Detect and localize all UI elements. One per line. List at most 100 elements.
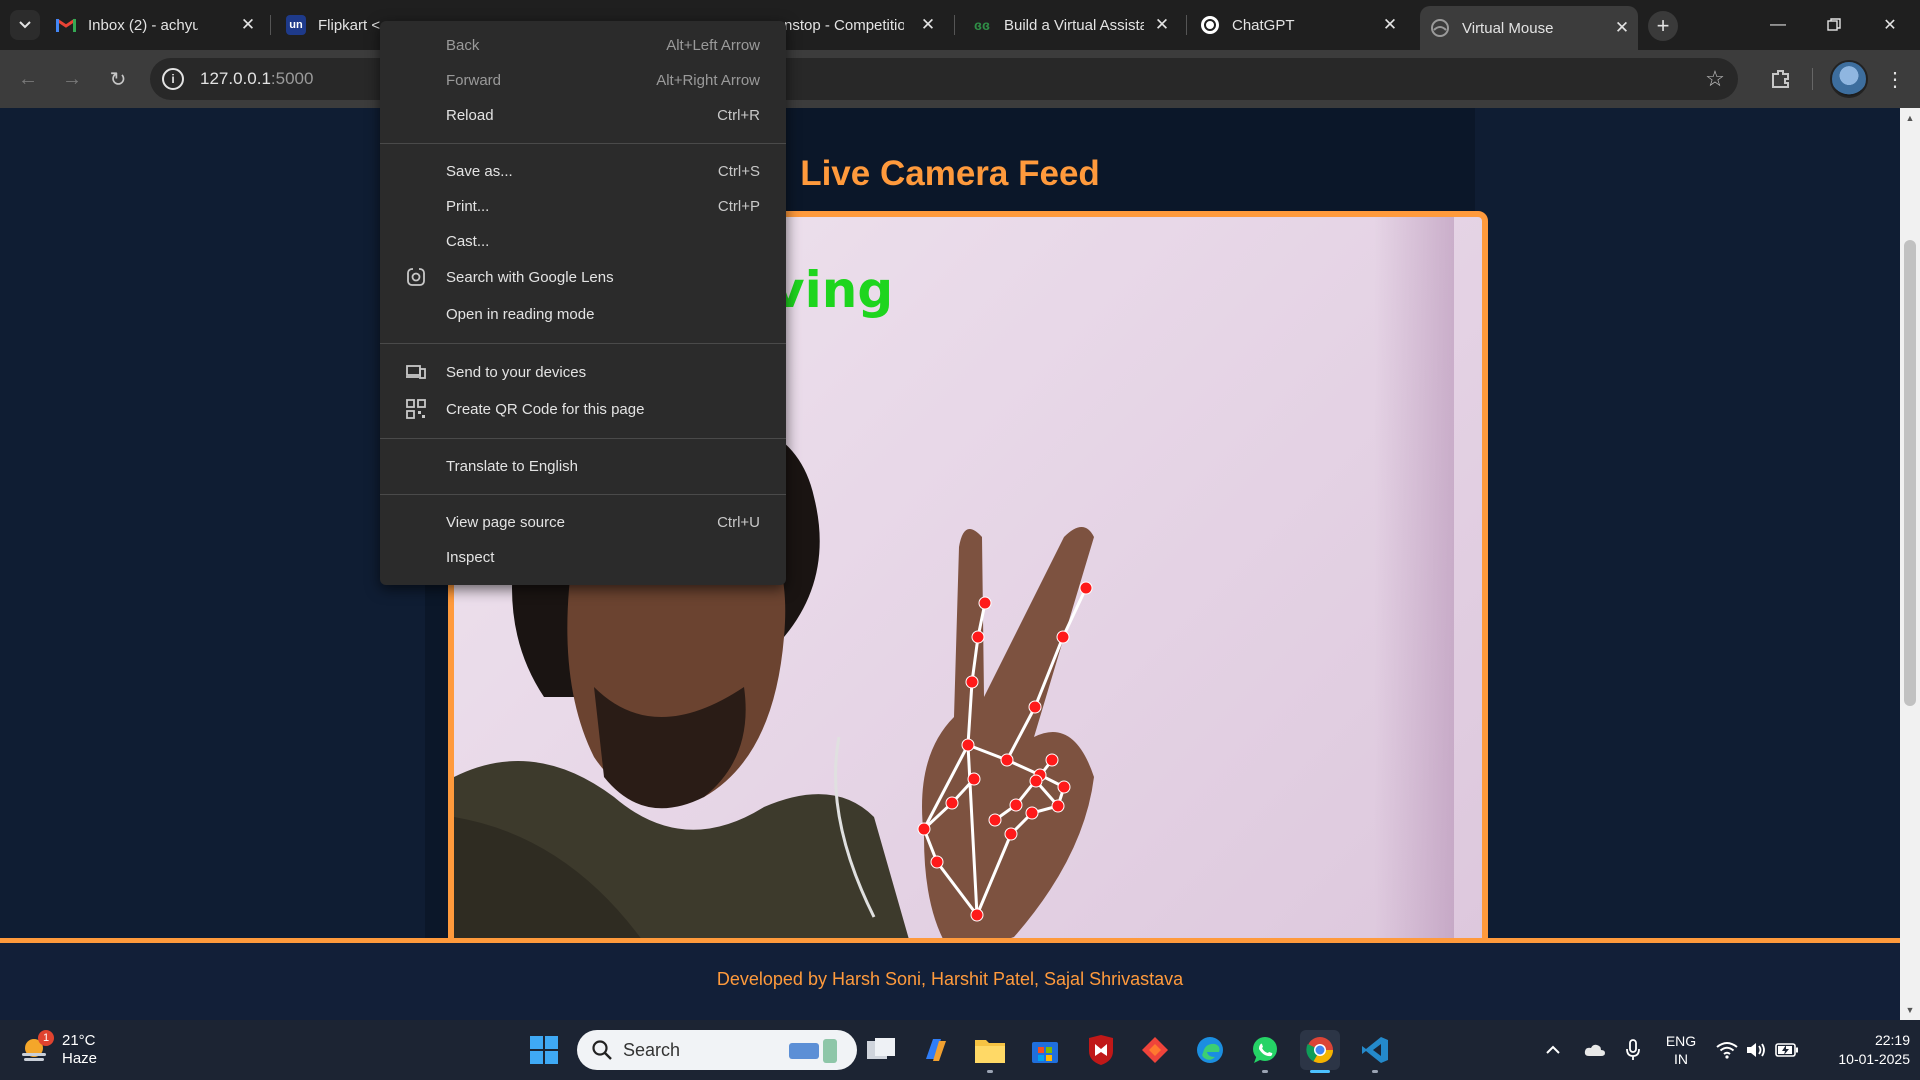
microsoft-store-app[interactable] [1025, 1030, 1065, 1070]
vscode-app[interactable] [1355, 1030, 1395, 1073]
gmail-icon [56, 15, 76, 35]
wifi-tray[interactable] [1714, 1020, 1740, 1080]
file-explorer-app[interactable] [970, 1030, 1010, 1073]
copilot-app[interactable] [916, 1030, 956, 1070]
scroll-up-icon[interactable]: ▲ [1904, 112, 1916, 124]
scroll-down-icon[interactable]: ▼ [1904, 1004, 1916, 1016]
close-tab-icon[interactable]: ✕ [238, 15, 258, 35]
weather-widget[interactable]: 1 21°C Haze [18, 1030, 97, 1070]
whatsapp-app[interactable] [1245, 1030, 1285, 1073]
close-tab-icon[interactable]: ✕ [1380, 15, 1400, 35]
task-view-button[interactable] [861, 1030, 901, 1070]
menu-item-reading-mode[interactable]: Open in reading mode [380, 296, 786, 333]
minimize-button[interactable]: — [1750, 0, 1806, 50]
tab-divider [270, 15, 271, 35]
landmark-point [930, 855, 944, 869]
menu-item-save-as[interactable]: Save as... Ctrl+S [380, 154, 786, 189]
anydesk-app[interactable] [1135, 1030, 1175, 1070]
puzzle-icon [1772, 70, 1789, 88]
close-tab-icon[interactable]: ✕ [1152, 15, 1172, 35]
tab-unstop[interactable]: nstop - Competitio ✕ [784, 8, 944, 42]
tab-virtual-mouse[interactable]: Virtual Mouse ✕ [1420, 6, 1638, 50]
microphone-tray[interactable] [1620, 1020, 1646, 1080]
back-button[interactable]: ← [12, 63, 44, 95]
tab-search-button[interactable] [10, 10, 40, 40]
input-language[interactable]: ENG IN [1660, 1020, 1702, 1080]
browser-toolbar: ← → ↻ i 127.0.0.1:5000 ☆ ⋮ [0, 50, 1920, 108]
anydesk-icon [1142, 1037, 1168, 1063]
bookmark-star-icon[interactable]: ☆ [1700, 64, 1730, 94]
send-to-devices-icon [406, 362, 426, 382]
menu-item-send-to-devices[interactable]: Send to your devices [380, 354, 786, 391]
mcafee-shield-icon [1089, 1035, 1113, 1065]
chrome-app[interactable] [1300, 1030, 1340, 1073]
menu-item-label: Forward [446, 72, 502, 89]
vscode-icon [1362, 1037, 1388, 1063]
edge-icon [1197, 1037, 1223, 1063]
landmark-point [978, 596, 992, 610]
menu-item-shortcut: Ctrl+U [717, 514, 760, 531]
reload-button[interactable]: ↻ [102, 63, 134, 95]
landmark-point [1057, 780, 1071, 794]
landmark-point [1029, 774, 1043, 788]
tab-title: nstop - Competitio [784, 16, 904, 34]
battery-tray[interactable] [1774, 1020, 1800, 1080]
page-scrollbar[interactable]: ▲ ▼ [1900, 108, 1920, 1020]
landmark-point [1025, 806, 1039, 820]
menu-item-cast[interactable]: Cast... [380, 224, 786, 259]
search-highlight-icon [789, 1039, 837, 1063]
arrow-left-icon: ← [18, 67, 38, 90]
taskbar-search[interactable]: Search [577, 1030, 857, 1070]
landmark-point [1045, 753, 1059, 767]
landmark-point [961, 738, 975, 752]
onedrive-tray[interactable] [1580, 1020, 1610, 1080]
taskbar-clock[interactable]: 22:19 10-01-2025 [1810, 1031, 1910, 1069]
menu-divider [380, 143, 786, 144]
menu-item-print[interactable]: Print... Ctrl+P [380, 189, 786, 224]
weather-condition: Haze [62, 1050, 98, 1067]
profile-avatar[interactable] [1830, 60, 1868, 98]
new-tab-button[interactable]: + [1648, 11, 1678, 41]
menu-item-reload[interactable]: Reload Ctrl+R [380, 98, 786, 133]
close-tab-icon[interactable]: ✕ [918, 15, 938, 35]
mcafee-app[interactable] [1081, 1030, 1121, 1070]
scroll-thumb[interactable] [1904, 240, 1916, 706]
globe-icon [1430, 18, 1450, 38]
menu-item-google-lens[interactable]: Search with Google Lens [380, 259, 786, 296]
tab-title: Inbox (2) - achyutvee [88, 16, 198, 34]
landmark-point [967, 772, 981, 786]
url-text: 127.0.0.1:5000 [200, 69, 313, 89]
menu-item-view-source[interactable]: View page source Ctrl+U [380, 505, 786, 540]
tab-chatgpt[interactable]: ChatGPT ✕ [1200, 8, 1406, 42]
chevron-up-icon [1546, 1045, 1560, 1054]
chrome-menu-icon[interactable]: ⋮ [1880, 64, 1910, 94]
menu-item-translate[interactable]: Translate to English [380, 449, 786, 484]
chevron-down-icon [19, 21, 31, 29]
landmark-point [1051, 799, 1065, 813]
landmark-point [1000, 753, 1014, 767]
volume-tray[interactable] [1744, 1020, 1770, 1080]
start-button[interactable] [524, 1030, 564, 1070]
edge-app[interactable] [1190, 1030, 1230, 1070]
close-window-button[interactable]: ✕ [1862, 0, 1918, 50]
menu-item-inspect[interactable]: Inspect [380, 540, 786, 575]
restore-button[interactable] [1806, 0, 1862, 50]
close-tab-icon[interactable]: ✕ [1612, 18, 1632, 38]
show-hidden-icons-button[interactable] [1540, 1020, 1566, 1080]
tab-geeksforgeeks[interactable]: ɞɞ Build a Virtual Assista ✕ [972, 8, 1178, 42]
tab-strip: Inbox (2) - achyutvee ✕ un Flipkart < ns… [0, 0, 1920, 50]
menu-item-label: View page source [446, 514, 565, 531]
unstop-icon: un [286, 15, 306, 35]
site-info-icon[interactable]: i [162, 68, 184, 90]
context-menu: Back Alt+Left Arrow Forward Alt+Right Ar… [380, 21, 786, 585]
extensions-button[interactable] [1766, 64, 1796, 94]
menu-item-qr-code[interactable]: Create QR Code for this page [380, 391, 786, 428]
menu-item-back[interactable]: Back Alt+Left Arrow [380, 28, 786, 63]
forward-button[interactable]: → [56, 63, 88, 95]
task-view-icon [867, 1038, 895, 1059]
copilot-icon [926, 1039, 946, 1061]
menu-item-label: Inspect [446, 549, 495, 566]
tab-gmail[interactable]: Inbox (2) - achyutvee ✕ [56, 8, 264, 42]
menu-item-forward[interactable]: Forward Alt+Right Arrow [380, 63, 786, 98]
tab-flipkart[interactable]: un Flipkart < [286, 8, 386, 42]
